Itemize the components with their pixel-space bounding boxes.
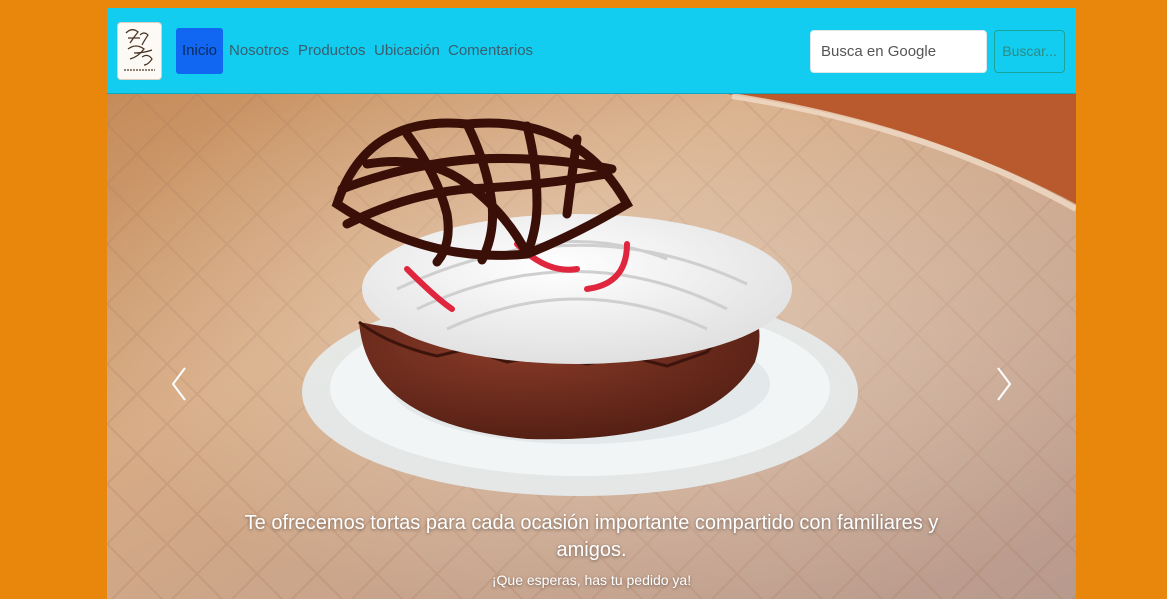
chevron-right-icon	[997, 367, 1012, 401]
nav-item-inicio[interactable]: Inicio	[176, 28, 224, 74]
carousel-next-button[interactable]	[988, 364, 1018, 404]
nav-item-ubicacion[interactable]: Ubicación	[374, 28, 440, 74]
search-input[interactable]	[810, 30, 987, 73]
site-frame: Inicio Nosotros Productos Ubicación Come…	[107, 8, 1076, 599]
nav-item-comentarios[interactable]: Comentarios	[448, 28, 533, 74]
brand-logo[interactable]	[118, 23, 161, 79]
nav-item-productos[interactable]: Productos	[298, 28, 366, 74]
carousel-caption-text: ¡Que esperas, has tu pedido ya!	[491, 572, 692, 588]
chevron-left-icon	[171, 367, 186, 401]
bakery-logo-icon	[124, 29, 155, 71]
search-button[interactable]: Buscar...	[994, 30, 1065, 73]
carousel-prev-button[interactable]	[165, 364, 195, 404]
nav-item-nosotros[interactable]: Nosotros	[229, 28, 289, 74]
navbar: Inicio Nosotros Productos Ubicación Come…	[107, 8, 1076, 94]
carousel-slide: Te ofrecemos tortas para cada ocasión im…	[107, 94, 1076, 599]
carousel-caption-title: Te ofrecemos tortas para cada ocasión im…	[244, 512, 939, 561]
